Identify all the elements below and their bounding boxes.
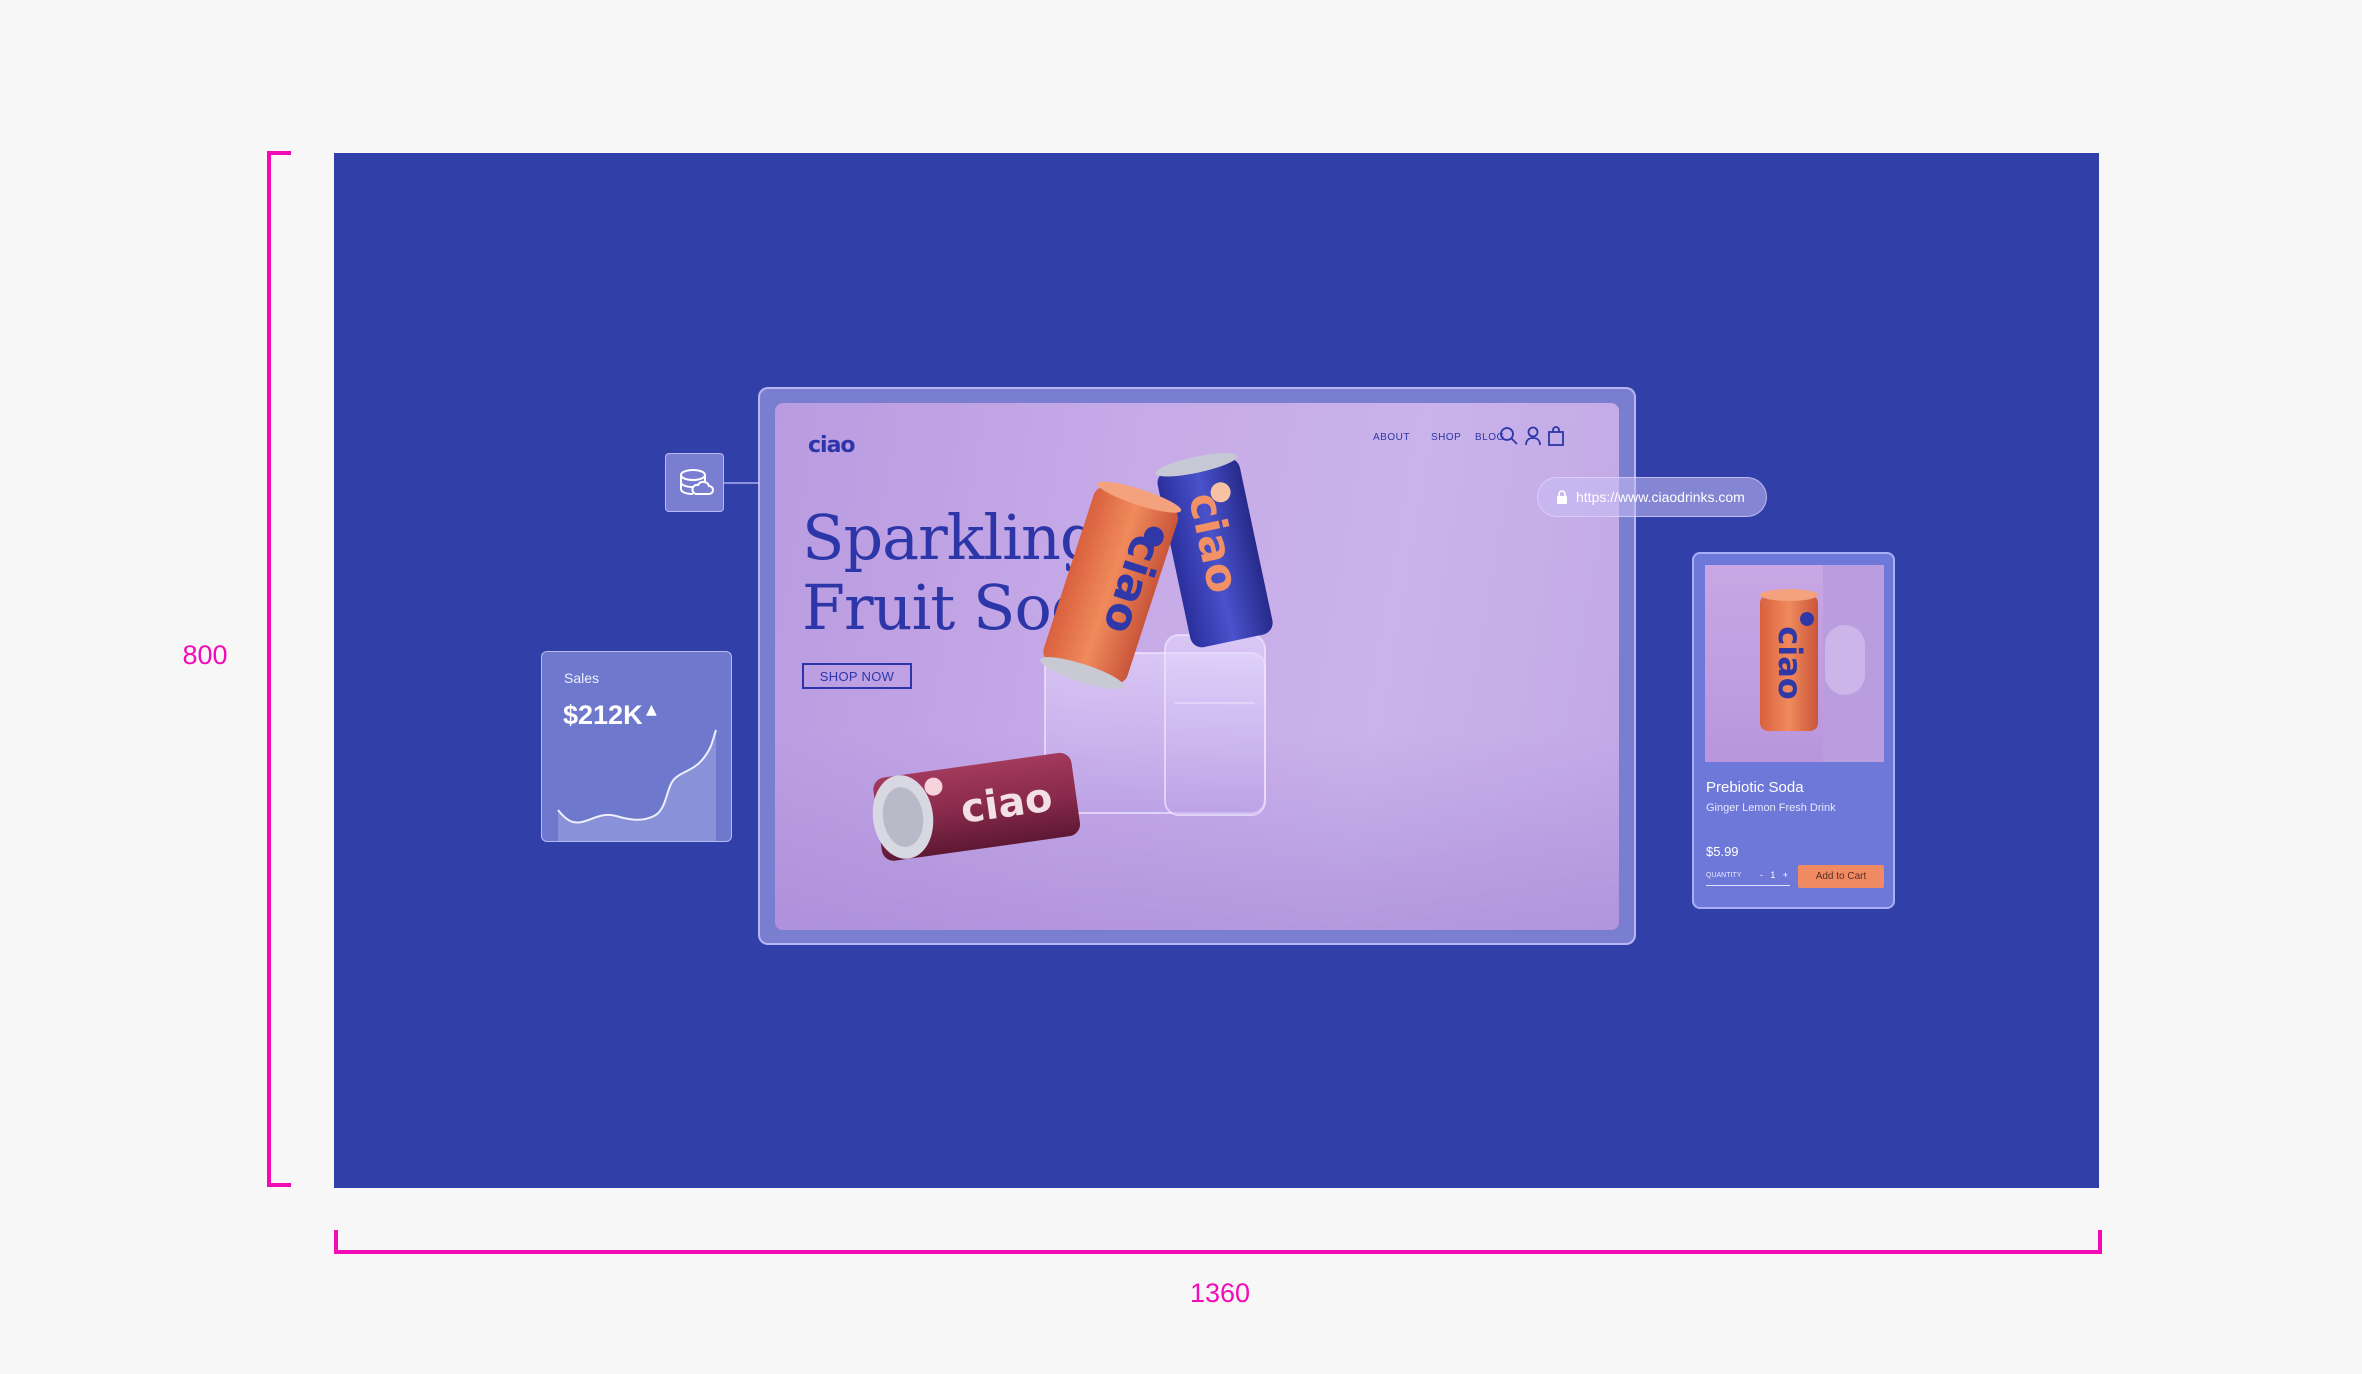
quantity-value: 1 (1770, 870, 1776, 880)
website-preview: ciao ABOUT SHOP BLOG Sparkling Fruit Sod… (775, 403, 1619, 930)
height-dimension-bracket (267, 151, 291, 1187)
url-text: https://www.ciaodrinks.com (1576, 489, 1745, 505)
sales-label: Sales (564, 670, 600, 686)
url-bar[interactable]: https://www.ciaodrinks.com (1537, 477, 1767, 517)
quantity-stepper[interactable]: - 1 + (1760, 870, 1788, 880)
product-description: Ginger Lemon Fresh Drink (1706, 802, 1836, 814)
product-can-logo: ciao (1771, 626, 1809, 700)
width-dimension-bracket (334, 1230, 2102, 1254)
add-to-cart-button[interactable]: Add to Cart (1798, 865, 1884, 888)
quantity-plus-button[interactable]: + (1783, 870, 1788, 880)
product-name[interactable]: Prebiotic Soda (1706, 779, 1804, 796)
product-can-photo: ciao (1760, 565, 1884, 762)
quantity-underline (1706, 885, 1790, 886)
product-price: $5.99 (1706, 844, 1739, 859)
hero-product-photo: ciao ciao ciao (872, 453, 1273, 861)
quantity-label: QUANTITY (1706, 872, 1742, 879)
database-tile[interactable] (665, 453, 724, 512)
connector-line (724, 482, 760, 484)
sales-sparkline (557, 729, 717, 841)
product-card[interactable]: ciao Prebiotic Soda Ginger Lemon Fresh D… (1692, 552, 1895, 909)
lock-icon (1557, 490, 1567, 504)
sales-card[interactable]: Sales $212K ▲ (541, 651, 732, 842)
quantity-minus-button[interactable]: - (1760, 870, 1763, 880)
database-cloud-icon (680, 469, 714, 495)
product-image: ciao (1705, 565, 1884, 762)
width-dimension-label: 1360 (1189, 1278, 1251, 1308)
height-dimension-label: 800 (182, 640, 228, 670)
